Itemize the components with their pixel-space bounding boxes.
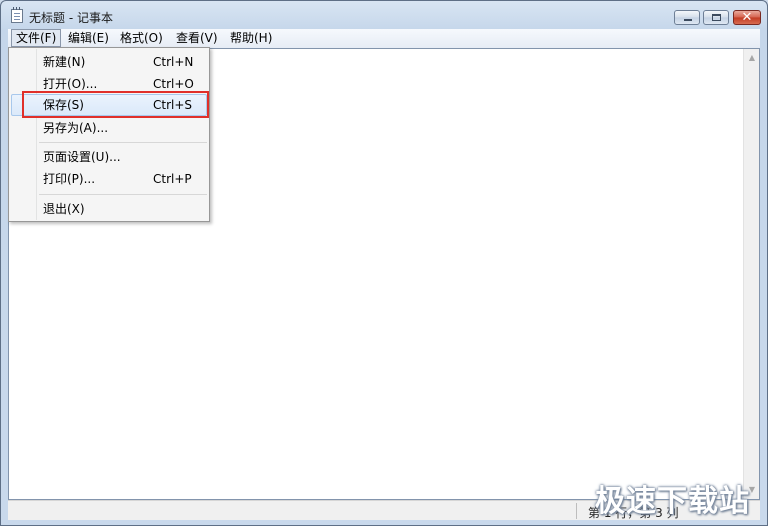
title-bar[interactable]: 无标题 - 记事本 ✕ bbox=[1, 1, 767, 31]
menu-item-new[interactable]: 新建(N) Ctrl+N bbox=[11, 51, 207, 73]
menu-item-page-setup[interactable]: 页面设置(U)... bbox=[11, 146, 207, 168]
maximize-icon bbox=[712, 14, 721, 21]
vertical-scrollbar[interactable]: ▲ ▼ bbox=[743, 49, 759, 499]
menu-item-save-as[interactable]: 另存为(A)... bbox=[11, 117, 207, 139]
maximize-button[interactable] bbox=[703, 10, 729, 25]
menu-item-label: 打印(P)... bbox=[43, 172, 96, 186]
menu-item-label: 另存为(A)... bbox=[43, 121, 109, 135]
menu-format[interactable]: 格式(O) bbox=[116, 30, 167, 46]
menu-separator bbox=[39, 142, 207, 143]
close-button[interactable]: ✕ bbox=[733, 10, 761, 25]
watermark-logo: 极速下载站 bbox=[595, 484, 750, 519]
menu-item-print[interactable]: 打印(P)... Ctrl+P bbox=[11, 168, 207, 190]
menu-edit[interactable]: 编辑(E) bbox=[64, 30, 113, 46]
close-icon: ✕ bbox=[741, 10, 753, 25]
minimize-button[interactable] bbox=[674, 10, 700, 25]
menu-view[interactable]: 查看(V) bbox=[172, 30, 222, 46]
menu-bar: 文件(F) 编辑(E) 格式(O) 查看(V) 帮助(H) bbox=[8, 29, 760, 48]
menu-item-exit[interactable]: 退出(X) bbox=[11, 198, 207, 220]
scroll-up-arrow-icon[interactable]: ▲ bbox=[746, 52, 758, 64]
menu-item-shortcut: Ctrl+N bbox=[153, 55, 194, 69]
minimize-icon bbox=[684, 19, 692, 21]
window-title: 无标题 - 记事本 bbox=[29, 11, 113, 25]
menu-item-label: 新建(N) bbox=[43, 55, 86, 69]
file-menu-dropdown: 新建(N) Ctrl+N 打开(O)... Ctrl+O 保存(S) Ctrl+… bbox=[8, 47, 210, 222]
notepad-icon[interactable] bbox=[11, 7, 23, 23]
menu-item-label: 页面设置(U)... bbox=[43, 150, 121, 164]
status-divider bbox=[576, 503, 577, 519]
menu-separator bbox=[39, 194, 207, 195]
menu-item-shortcut: Ctrl+P bbox=[153, 172, 192, 186]
save-highlight-annotation bbox=[22, 91, 209, 118]
menu-item-label: 退出(X) bbox=[43, 202, 85, 216]
menu-file[interactable]: 文件(F) bbox=[11, 29, 62, 47]
menu-help[interactable]: 帮助(H) bbox=[226, 30, 276, 46]
